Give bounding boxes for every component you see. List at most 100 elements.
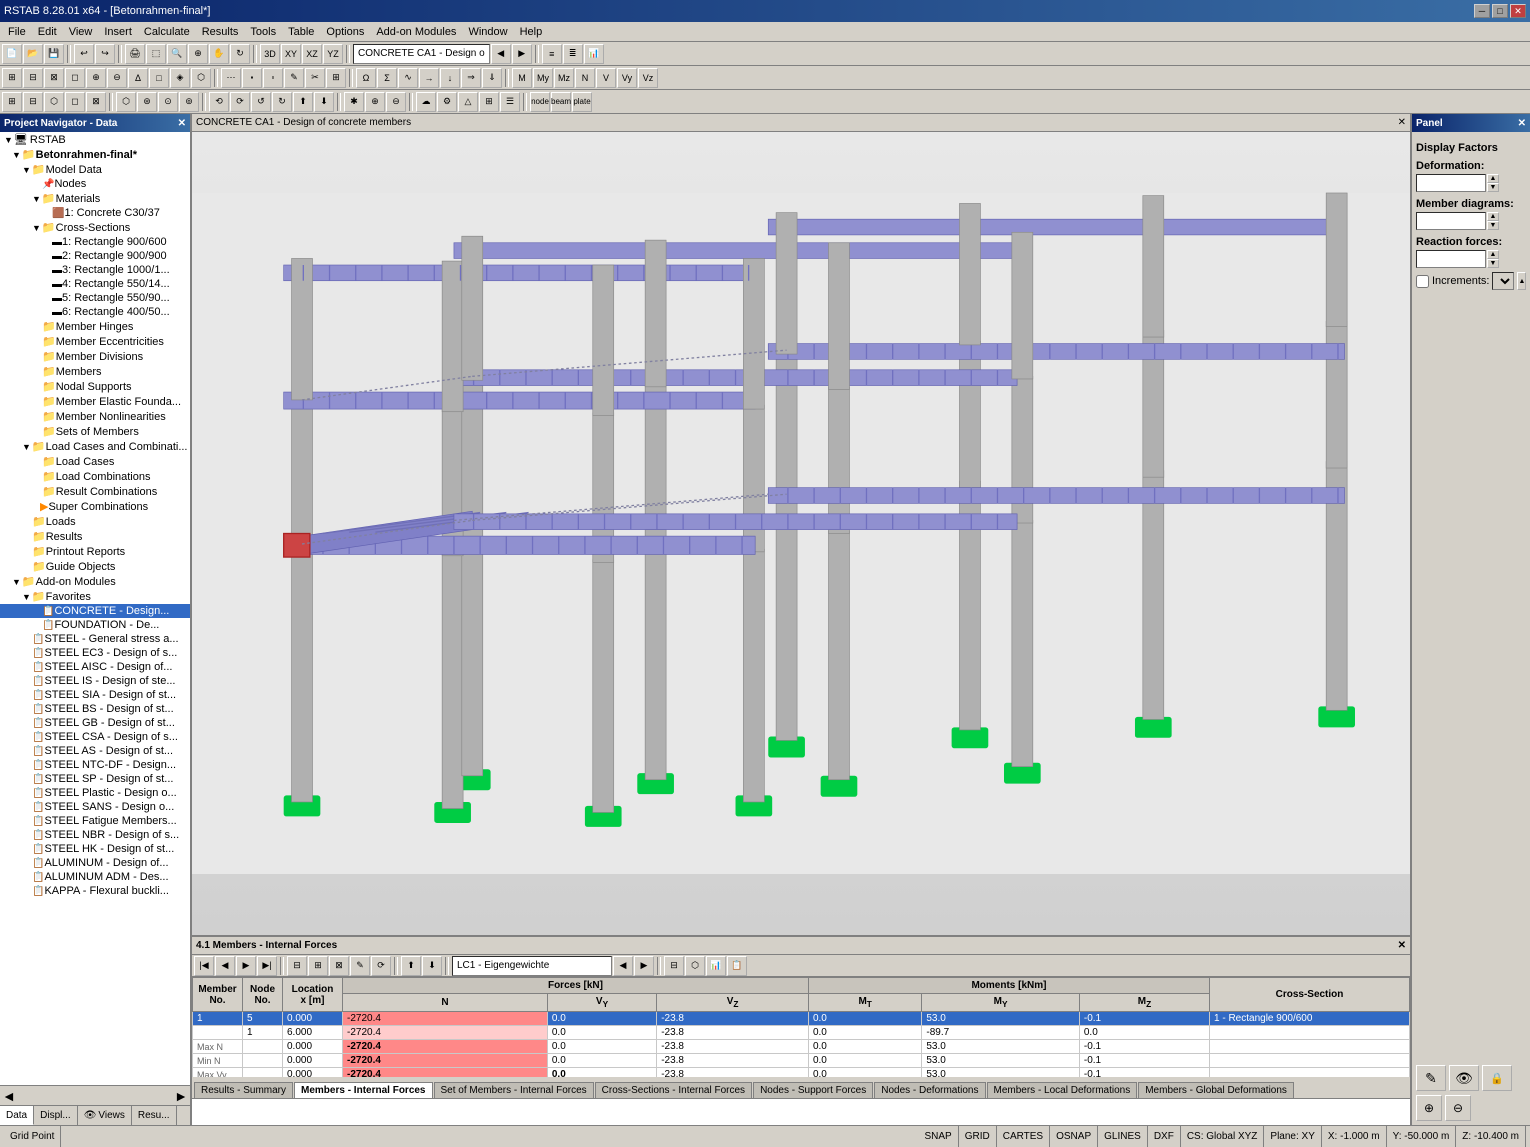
menu-tools[interactable]: Tools (244, 24, 282, 40)
tb3-12[interactable]: ↺ (251, 92, 271, 112)
tree-cs6[interactable]: ▬ 6: Rectangle 400/50... (0, 305, 190, 319)
tb3-6[interactable]: ⬡ (116, 92, 136, 112)
menu-options[interactable]: Options (320, 24, 370, 40)
tb3-14[interactable]: ⬆ (293, 92, 313, 112)
tb-results3[interactable]: 📊 (584, 44, 604, 64)
tb3-10[interactable]: ⟲ (209, 92, 229, 112)
tree-members[interactable]: 📁 Members (0, 364, 190, 379)
tree-materials[interactable]: ▼ 📁 Materials (0, 191, 190, 206)
tb2-20[interactable]: → (419, 68, 439, 88)
tree-addon[interactable]: ▼ 📁 Add-on Modules (0, 574, 190, 589)
tab-members-local[interactable]: Members - Local Deformations (987, 1082, 1138, 1098)
tb2-10[interactable]: ⬡ (191, 68, 211, 88)
menu-window[interactable]: Window (462, 24, 513, 40)
df-memberdiag-input[interactable] (1416, 212, 1486, 230)
tb-xz[interactable]: XZ (302, 44, 322, 64)
tree-supercomb[interactable]: ▶ Super Combinations (0, 499, 190, 514)
tt-12[interactable]: ⊟ (664, 956, 684, 976)
tab-results-summary[interactable]: Results - Summary (194, 1082, 293, 1098)
tt-first[interactable]: |◀ (194, 956, 214, 976)
tb3-22[interactable]: ⊞ (479, 92, 499, 112)
tb2-26[interactable]: Mz (554, 68, 574, 88)
tb2-21[interactable]: ↓ (440, 68, 460, 88)
tree-steel-ntcdf[interactable]: 📋 STEEL NTC-DF - Design... (0, 758, 190, 772)
tree-steel-nbr[interactable]: 📋 STEEL NBR - Design of s... (0, 828, 190, 842)
tree-steel-sp[interactable]: 📋 STEEL SP - Design of st... (0, 772, 190, 786)
tb2-4[interactable]: ◻ (65, 68, 85, 88)
menu-edit[interactable]: Edit (32, 24, 63, 40)
tb3-13[interactable]: ↻ (272, 92, 292, 112)
table-close[interactable]: ✕ (1398, 940, 1406, 951)
close-button[interactable]: ✕ (1510, 4, 1526, 18)
tb3-4[interactable]: ◻ (65, 92, 85, 112)
tb-results1[interactable]: ≡ (542, 44, 562, 64)
tree-foundation[interactable]: 📋 FOUNDATION - De... (0, 618, 190, 632)
menu-table[interactable]: Table (282, 24, 320, 40)
tt-lc-next[interactable]: ▶ (634, 956, 654, 976)
tb2-11[interactable]: ⋯ (221, 68, 241, 88)
tb-save[interactable]: 💾 (44, 44, 64, 64)
nav-close[interactable]: ✕ (178, 118, 186, 129)
tree-steel-sans[interactable]: 📋 STEEL SANS - Design o... (0, 800, 190, 814)
tab-cross-internal[interactable]: Cross-Sections - Internal Forces (595, 1082, 752, 1098)
tree-cs2[interactable]: ▬ 2: Rectangle 900/900 (0, 249, 190, 263)
tb2-24[interactable]: M (512, 68, 532, 88)
tab-nodes-support[interactable]: Nodes - Support Forces (753, 1082, 873, 1098)
tb3-17[interactable]: ⊕ (365, 92, 385, 112)
tb-prev[interactable]: ◀ (491, 44, 511, 64)
tb3-19[interactable]: ☁ (416, 92, 436, 112)
tb2-19[interactable]: ∿ (398, 68, 418, 88)
tb3-beam[interactable]: beam (551, 92, 571, 112)
tree-kappa[interactable]: 📋 KAPPA - Flexural buckli... (0, 884, 190, 898)
tt-14[interactable]: 📊 (706, 956, 726, 976)
tb2-12[interactable]: ⬝ (242, 68, 262, 88)
structure-canvas[interactable] (192, 132, 1410, 935)
tree-cs3[interactable]: ▬ 3: Rectangle 1000/1... (0, 263, 190, 277)
tree-nodes[interactable]: 📌 Nodes (0, 177, 190, 191)
tree-concrete[interactable]: 🟫 1: Concrete C30/37 (0, 206, 190, 220)
tree-aluminum[interactable]: 📋 ALUMINUM - Design of... (0, 856, 190, 870)
tb3-20[interactable]: ⚙ (437, 92, 457, 112)
status-grid[interactable]: GRID (959, 1126, 997, 1147)
tab-views[interactable]: 👁 Views (78, 1106, 132, 1125)
tree-printout[interactable]: 📁 Printout Reports (0, 544, 190, 559)
df-reaction-input[interactable] (1416, 250, 1486, 268)
tab-nodes-def[interactable]: Nodes - Deformations (874, 1082, 985, 1098)
df-reaction-up[interactable]: ▲ (1487, 250, 1499, 259)
status-dxf[interactable]: DXF (1148, 1126, 1181, 1147)
tree-steel-hk[interactable]: 📋 STEEL HK - Design of st... (0, 842, 190, 856)
tb2-22[interactable]: ⇒ (461, 68, 481, 88)
tree-nodalsup[interactable]: 📁 Nodal Supports (0, 379, 190, 394)
maximize-button[interactable]: □ (1492, 4, 1508, 18)
tb-new[interactable]: 📄 (2, 44, 22, 64)
table-scroll[interactable]: MemberNo. NodeNo. Locationx [m] Forces [… (192, 977, 1410, 1077)
tree-steel-gb[interactable]: 📋 STEEL GB - Design of st... (0, 716, 190, 730)
tt-5[interactable]: ⊟ (287, 956, 307, 976)
df-deformation-up[interactable]: ▲ (1487, 174, 1499, 183)
tb-xy[interactable]: XY (281, 44, 301, 64)
nav-scroll-right[interactable]: ► (174, 1088, 188, 1104)
tree-memberecc[interactable]: 📁 Member Eccentricities (0, 334, 190, 349)
tree-steel-aisc[interactable]: 📋 STEEL AISC - Design of... (0, 660, 190, 674)
tb3-16[interactable]: ✱ (344, 92, 364, 112)
expand-project[interactable]: ▼ (12, 150, 21, 160)
tt-13[interactable]: ⬡ (685, 956, 705, 976)
tb-select[interactable]: ⬚ (146, 44, 166, 64)
menu-file[interactable]: File (2, 24, 32, 40)
tb3-11[interactable]: ⟳ (230, 92, 250, 112)
tb3-21[interactable]: △ (458, 92, 478, 112)
tb3-8[interactable]: ⊙ (158, 92, 178, 112)
table-row[interactable]: Max Vy 0.000 -2720.4 0.0 -23.8 0.0 53.0 … (193, 1068, 1410, 1078)
tree-memberhinges[interactable]: 📁 Member Hinges (0, 319, 190, 334)
table-row[interactable]: 1 5 0.000 -2720.4 0.0 -23.8 0.0 53.0 -0.… (193, 1012, 1410, 1026)
tree-cs1[interactable]: ▬ 1: Rectangle 900/600 (0, 235, 190, 249)
tb2-7[interactable]: Δ (128, 68, 148, 88)
tree-guide[interactable]: 📁 Guide Objects (0, 559, 190, 574)
minimize-button[interactable]: ─ (1474, 4, 1490, 18)
addon-dropdown[interactable]: CONCRETE CA1 - Design o (353, 44, 490, 64)
df-memberdiag-up[interactable]: ▲ (1487, 212, 1499, 221)
right-btn-edit[interactable]: ✎ (1416, 1065, 1446, 1091)
tree-steel-fatigue[interactable]: 📋 STEEL Fatigue Members... (0, 814, 190, 828)
nav-scroll-left[interactable]: ◄ (2, 1088, 16, 1104)
tree-steel-sia[interactable]: 📋 STEEL SIA - Design of st... (0, 688, 190, 702)
